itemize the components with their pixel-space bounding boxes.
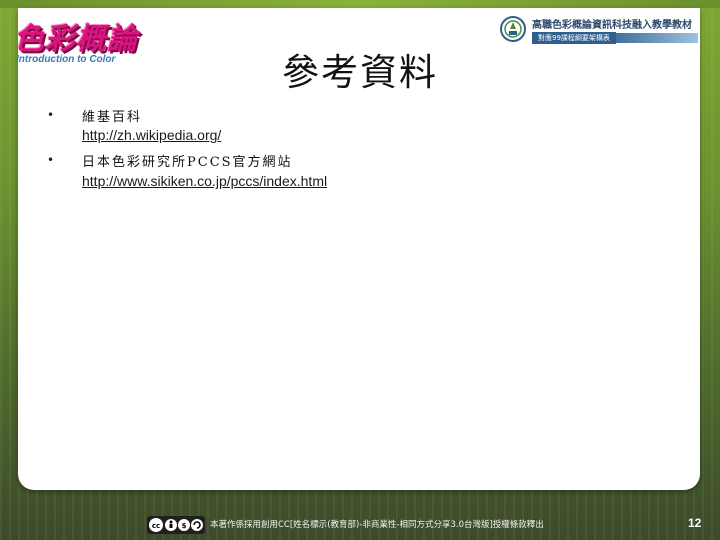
footer: cc $ 本著作係採用創用CC[姓名標示(教育部)-非商業性-相同方式分享3.0… <box>0 506 720 540</box>
reference-name-2: 日本色彩研究所PCCS官方網站 <box>82 155 293 170</box>
svg-text:$: $ <box>182 522 187 530</box>
reference-name-1: 維基百科 <box>82 110 143 125</box>
reference-link-2[interactable]: http://www.sikiken.co.jp/pccs/index.html <box>82 173 327 189</box>
page-number: 12 <box>688 516 702 530</box>
page-title: 參考資料 <box>282 51 438 94</box>
slide: 色彩概論 Introduction to Color 高職色彩概論資訊科技融入教… <box>0 0 720 540</box>
license-text: 本著作係採用創用CC[姓名標示(教育部)-非商業性-相同方式分享3.0台灣版]授… <box>210 520 544 530</box>
bullet-1-icon: • <box>47 108 55 122</box>
creative-commons-by-nc-sa-icon[interactable]: cc $ <box>147 516 205 534</box>
svg-text:cc: cc <box>152 522 160 530</box>
top-strip <box>0 0 720 8</box>
reference-link-1[interactable]: http://zh.wikipedia.org/ <box>82 127 221 143</box>
header-title: 高職色彩概論資訊科技融入教學教材 <box>532 20 692 31</box>
ministry-emblem-icon <box>500 16 526 42</box>
bullet-2-icon: • <box>47 153 55 167</box>
